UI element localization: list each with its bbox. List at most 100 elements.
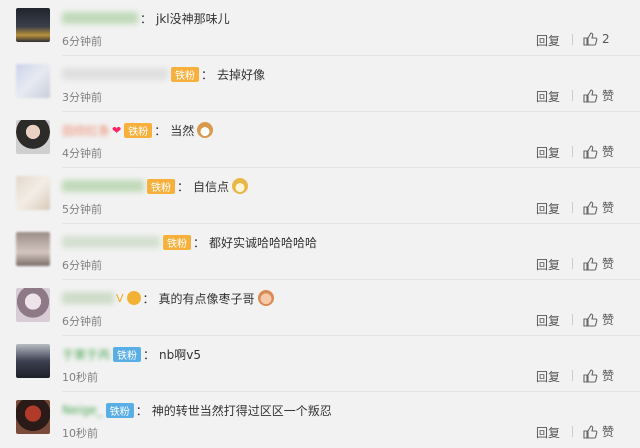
username[interactable]: 于茉于丙 <box>62 346 110 363</box>
comment-text: 真的有点像枣子哥 <box>158 291 255 306</box>
username[interactable] <box>62 292 114 304</box>
comment-item: ： jkl没神那味儿 6分钟前 回复 2 <box>0 0 640 56</box>
username[interactable] <box>62 12 138 24</box>
avatar[interactable] <box>16 344 50 378</box>
divider <box>572 426 573 437</box>
username[interactable]: Neige_ <box>62 403 103 417</box>
comment-time: 6分钟前 <box>62 35 102 48</box>
comment-item: 田欣红条 ❤ 铁粉 ： 当然 4分钟前 回复 赞 <box>0 112 640 168</box>
comment-item: Neige_ 铁粉 ： 神的转世当然打得过区区一个叛忍 10秒前 回复 赞 <box>0 392 640 448</box>
avatar[interactable] <box>16 64 50 98</box>
doge-emoji-icon <box>232 178 249 194</box>
divider <box>572 202 573 213</box>
comment-time: 4分钟前 <box>62 147 102 160</box>
comment-time: 10秒前 <box>62 427 98 440</box>
divider <box>572 314 573 325</box>
divider <box>572 258 573 269</box>
thumbs-up-icon <box>583 200 598 215</box>
username[interactable] <box>62 180 144 192</box>
like-button[interactable]: 赞 <box>582 311 614 328</box>
comment-item: 铁粉 ： 都好实诚哈哈哈哈哈 6分钟前 回复 赞 <box>0 224 640 280</box>
comment-text: nb啊v5 <box>159 347 201 362</box>
reply-button[interactable]: 回复 <box>536 256 560 273</box>
like-label: 赞 <box>602 313 615 327</box>
divider <box>572 34 573 45</box>
divider <box>572 146 573 157</box>
username[interactable] <box>62 68 168 80</box>
thumbs-up-icon <box>583 312 598 327</box>
heart-icon: ❤ <box>112 123 122 137</box>
heart-icon: V <box>116 291 124 305</box>
comment-text: 自信点 <box>193 179 230 194</box>
colon-separator: ： <box>177 179 190 194</box>
thumbs-up-icon <box>583 424 598 439</box>
colon-separator: ： <box>135 403 148 418</box>
comment-text: 当然 <box>170 123 195 138</box>
comment-text: 神的转世当然打得过区区一个叛忍 <box>151 403 332 418</box>
comment-text: 去掉好像 <box>217 67 266 82</box>
like-label: 赞 <box>602 89 615 103</box>
baby-emoji-icon <box>257 290 274 306</box>
divider <box>572 90 573 101</box>
reply-button[interactable]: 回复 <box>536 424 560 441</box>
like-button[interactable]: 赞 <box>582 423 614 440</box>
avatar[interactable] <box>16 176 50 210</box>
cat-emoji-icon <box>197 122 214 138</box>
comment-list: ： jkl没神那味儿 6分钟前 回复 2 铁粉 ： 去掉好像 3分钟前 回复 赞 <box>0 0 640 441</box>
colon-separator: ： <box>140 11 153 26</box>
thumbs-up-icon <box>583 88 598 103</box>
thumbs-up-icon <box>583 256 598 271</box>
avatar[interactable] <box>16 120 50 154</box>
avatar[interactable] <box>16 8 50 42</box>
thumbs-up-icon <box>583 368 598 383</box>
like-label: 赞 <box>602 145 615 159</box>
like-button[interactable]: 赞 <box>582 199 614 216</box>
avatar[interactable] <box>16 232 50 266</box>
thumbs-up-icon <box>583 32 598 46</box>
comment-text: 都好实诚哈哈哈哈哈 <box>209 235 318 250</box>
thumbs-up-icon <box>583 144 598 159</box>
comment-item: 于茉于丙 铁粉 ： nb啊v5 10秒前 回复 赞 <box>0 336 640 392</box>
reply-button[interactable]: 回复 <box>536 200 560 217</box>
like-label: 赞 <box>602 201 615 215</box>
comment-time: 3分钟前 <box>62 91 102 104</box>
face-emoji-icon <box>126 291 141 305</box>
reply-button[interactable]: 回复 <box>536 368 560 385</box>
username[interactable]: 田欣红条 <box>62 122 110 139</box>
like-button[interactable]: 赞 <box>582 367 614 384</box>
divider <box>572 370 573 381</box>
comment-time: 6分钟前 <box>62 259 102 272</box>
comment-item: 铁粉 ： 自信点 5分钟前 回复 赞 <box>0 168 640 224</box>
like-button[interactable]: 2 <box>582 31 610 47</box>
like-label: 赞 <box>602 257 615 271</box>
fan-badge: 铁粉 <box>124 122 153 138</box>
colon-separator: ： <box>154 123 167 138</box>
comment-item: 铁粉 ： 去掉好像 3分钟前 回复 赞 <box>0 56 640 112</box>
comment-time: 6分钟前 <box>62 315 102 328</box>
fan-badge: 铁粉 <box>147 178 175 194</box>
fan-badge: 铁粉 <box>113 346 142 362</box>
reply-button[interactable]: 回复 <box>536 312 560 329</box>
like-button[interactable]: 赞 <box>582 255 614 272</box>
comment-item: V ： 真的有点像枣子哥 6分钟前 回复 赞 <box>0 280 640 336</box>
like-label: 赞 <box>602 369 615 383</box>
reply-button[interactable]: 回复 <box>536 88 560 105</box>
like-button[interactable]: 赞 <box>582 87 614 104</box>
colon-separator: ： <box>201 67 214 82</box>
username[interactable] <box>62 236 160 248</box>
comment-time: 10秒前 <box>62 371 98 384</box>
fan-badge: 铁粉 <box>105 402 134 418</box>
like-label: 赞 <box>602 425 615 439</box>
fan-badge: 铁粉 <box>171 66 199 82</box>
reply-button[interactable]: 回复 <box>536 32 560 49</box>
colon-separator: ： <box>143 347 156 362</box>
reply-button[interactable]: 回复 <box>536 144 560 161</box>
colon-separator: ： <box>193 235 206 250</box>
like-count: 2 <box>602 32 610 46</box>
like-button[interactable]: 赞 <box>582 143 614 160</box>
fan-badge: 铁粉 <box>163 234 191 250</box>
colon-separator: ： <box>142 291 155 306</box>
comment-text: jkl没神那味儿 <box>156 11 230 26</box>
avatar[interactable] <box>16 288 50 322</box>
avatar[interactable] <box>16 400 50 434</box>
